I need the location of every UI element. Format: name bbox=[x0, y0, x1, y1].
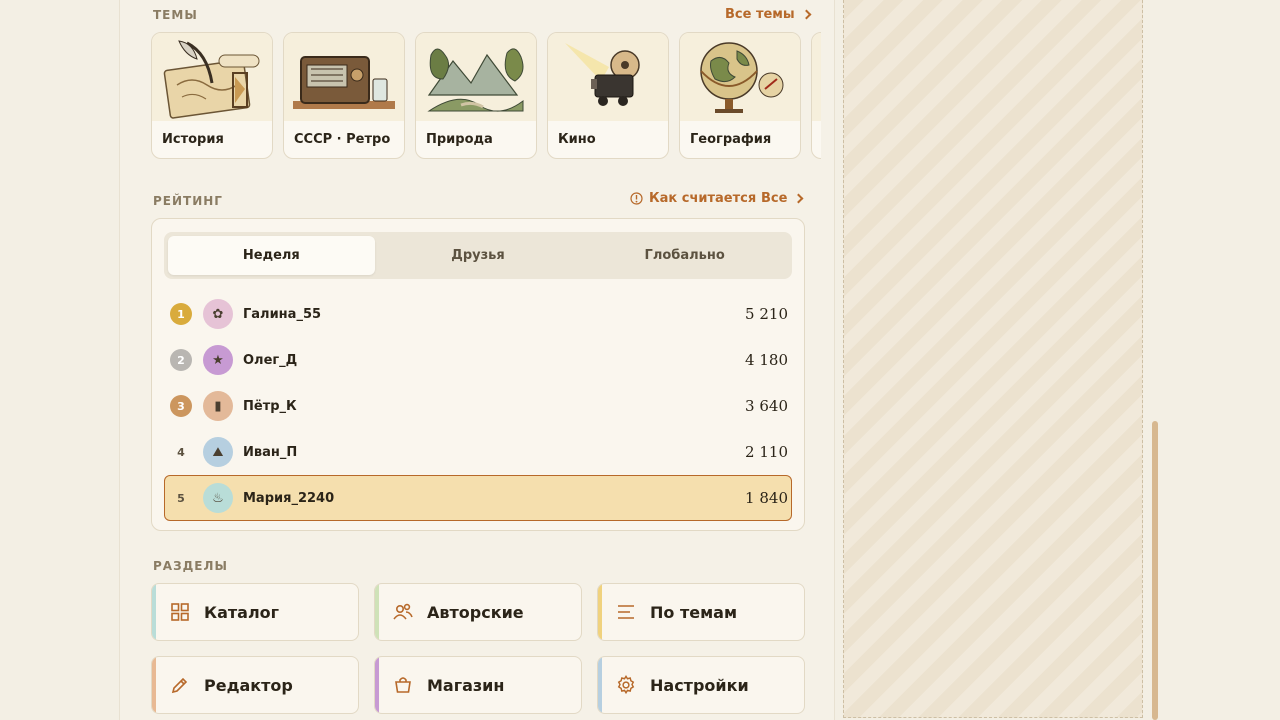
how-calculated-link[interactable]: Как считается bbox=[630, 191, 756, 206]
section-editor-button[interactable]: Редактор bbox=[151, 656, 359, 714]
username: Пётр_К bbox=[243, 398, 297, 414]
section-label: Авторские bbox=[427, 602, 524, 622]
section-label: Редактор bbox=[204, 675, 293, 695]
section-catalog-button[interactable]: Каталог bbox=[151, 583, 359, 641]
section-authors-button[interactable]: Авторские bbox=[374, 583, 582, 641]
username: Мария_2240 bbox=[243, 490, 335, 506]
mountain-icon: ⛰ bbox=[203, 437, 233, 467]
username: Иван_П bbox=[243, 444, 298, 460]
card-accent bbox=[152, 657, 156, 713]
rank-number: 4 bbox=[177, 445, 185, 459]
section-shop-button[interactable]: Магазин bbox=[374, 656, 582, 714]
chevron-right-icon bbox=[793, 193, 804, 204]
rating-row-current-user[interactable]: 5 ♨ Мария_2240 1 840 bbox=[164, 475, 792, 521]
how-calculated-label: Как считается bbox=[649, 191, 757, 206]
rating-list: 1 ✿ Галина_55 5 210 2 ★ Олег_Д 4 180 3 ▮… bbox=[164, 291, 792, 521]
username: Олег_Д bbox=[243, 352, 298, 368]
all-themes-link-label: Все темы bbox=[725, 7, 795, 22]
theme-name: Природа bbox=[426, 132, 493, 147]
sections-grid: Каталог Авторские По темам Редактор Мага… bbox=[151, 583, 805, 714]
card-accent bbox=[152, 584, 156, 640]
theme-card-partial[interactable] bbox=[811, 32, 821, 159]
theme-card-history[interactable]: История bbox=[151, 32, 273, 159]
teapot-icon: ♨ bbox=[203, 483, 233, 513]
film-camera-icon bbox=[548, 33, 668, 121]
section-label: Магазин bbox=[427, 675, 505, 695]
sections-section-label: РАЗДЕЛЫ bbox=[153, 559, 228, 573]
score: 5 210 bbox=[745, 305, 788, 323]
card-accent bbox=[375, 657, 379, 713]
theme-card-cinema[interactable]: Кино bbox=[547, 32, 669, 159]
bag-icon bbox=[393, 675, 413, 695]
left-gutter bbox=[0, 0, 119, 720]
striped-placeholder-panel bbox=[843, 0, 1143, 718]
flower-icon: ✿ bbox=[203, 299, 233, 329]
list-icon bbox=[616, 602, 636, 622]
book-icon: ▮ bbox=[203, 391, 233, 421]
rating-all-link[interactable]: Все bbox=[761, 191, 804, 206]
theme-name: СССР · Ретро bbox=[294, 132, 391, 147]
landscape-icon bbox=[416, 33, 536, 121]
gear-icon bbox=[616, 674, 636, 695]
rank-badge: 2 bbox=[170, 349, 192, 371]
rating-all-label: Все bbox=[761, 191, 788, 206]
main-content: ТЕМЫ Все темы История СССР · Ретро Приро… bbox=[119, 0, 835, 720]
section-by-topics-button[interactable]: По темам bbox=[597, 583, 805, 641]
username: Галина_55 bbox=[243, 306, 322, 322]
rating-row[interactable]: 2 ★ Олег_Д 4 180 bbox=[164, 337, 792, 383]
card-accent bbox=[598, 584, 602, 640]
users-icon bbox=[393, 602, 413, 622]
theme-card-geography[interactable]: География bbox=[679, 32, 801, 159]
tab-week[interactable]: Неделя bbox=[168, 236, 375, 275]
section-label: Каталог bbox=[204, 602, 280, 622]
rating-section-label: РЕЙТИНГ bbox=[153, 194, 223, 208]
rank-badge: 1 bbox=[170, 303, 192, 325]
section-settings-button[interactable]: Настройки bbox=[597, 656, 805, 714]
theme-name: Кино bbox=[558, 132, 596, 147]
radio-icon bbox=[284, 33, 404, 121]
rating-row[interactable]: 3 ▮ Пётр_К 3 640 bbox=[164, 383, 792, 429]
themes-section-label: ТЕМЫ bbox=[153, 8, 198, 22]
next-theme-image bbox=[812, 33, 821, 121]
section-label: Настройки bbox=[650, 675, 749, 695]
scrollbar-thumb[interactable] bbox=[1152, 421, 1158, 720]
star-icon: ★ bbox=[203, 345, 233, 375]
rating-row[interactable]: 4 ⛰ Иван_П 2 110 bbox=[164, 429, 792, 475]
rank-number: 5 bbox=[177, 491, 185, 505]
quill-map-icon bbox=[152, 33, 272, 121]
tab-global[interactable]: Глобально bbox=[581, 236, 788, 275]
score: 4 180 bbox=[745, 351, 788, 369]
grid-icon bbox=[170, 602, 190, 622]
pencil-icon bbox=[170, 675, 190, 695]
score: 2 110 bbox=[745, 443, 788, 461]
score: 3 640 bbox=[745, 397, 788, 415]
rating-row[interactable]: 1 ✿ Галина_55 5 210 bbox=[164, 291, 792, 337]
theme-name: География bbox=[690, 132, 772, 147]
card-accent bbox=[375, 584, 379, 640]
card-accent bbox=[598, 657, 602, 713]
tab-friends[interactable]: Друзья bbox=[375, 236, 582, 275]
theme-card-ussr-retro[interactable]: СССР · Ретро bbox=[283, 32, 405, 159]
score: 1 840 bbox=[745, 489, 788, 507]
theme-name: История bbox=[162, 132, 224, 147]
theme-card-nature[interactable]: Природа bbox=[415, 32, 537, 159]
all-themes-link[interactable]: Все темы bbox=[725, 7, 812, 22]
rank-badge: 3 bbox=[170, 395, 192, 417]
rating-tabs: Неделя Друзья Глобально bbox=[164, 232, 792, 279]
themes-carousel[interactable]: История СССР · Ретро Природа Кино Геогра… bbox=[151, 32, 821, 160]
chevron-right-icon bbox=[801, 9, 812, 20]
section-label: По темам bbox=[650, 602, 738, 622]
globe-icon bbox=[680, 33, 800, 121]
info-icon bbox=[630, 192, 643, 205]
rating-panel: Неделя Друзья Глобально 1 ✿ Галина_55 5 … bbox=[151, 218, 805, 531]
